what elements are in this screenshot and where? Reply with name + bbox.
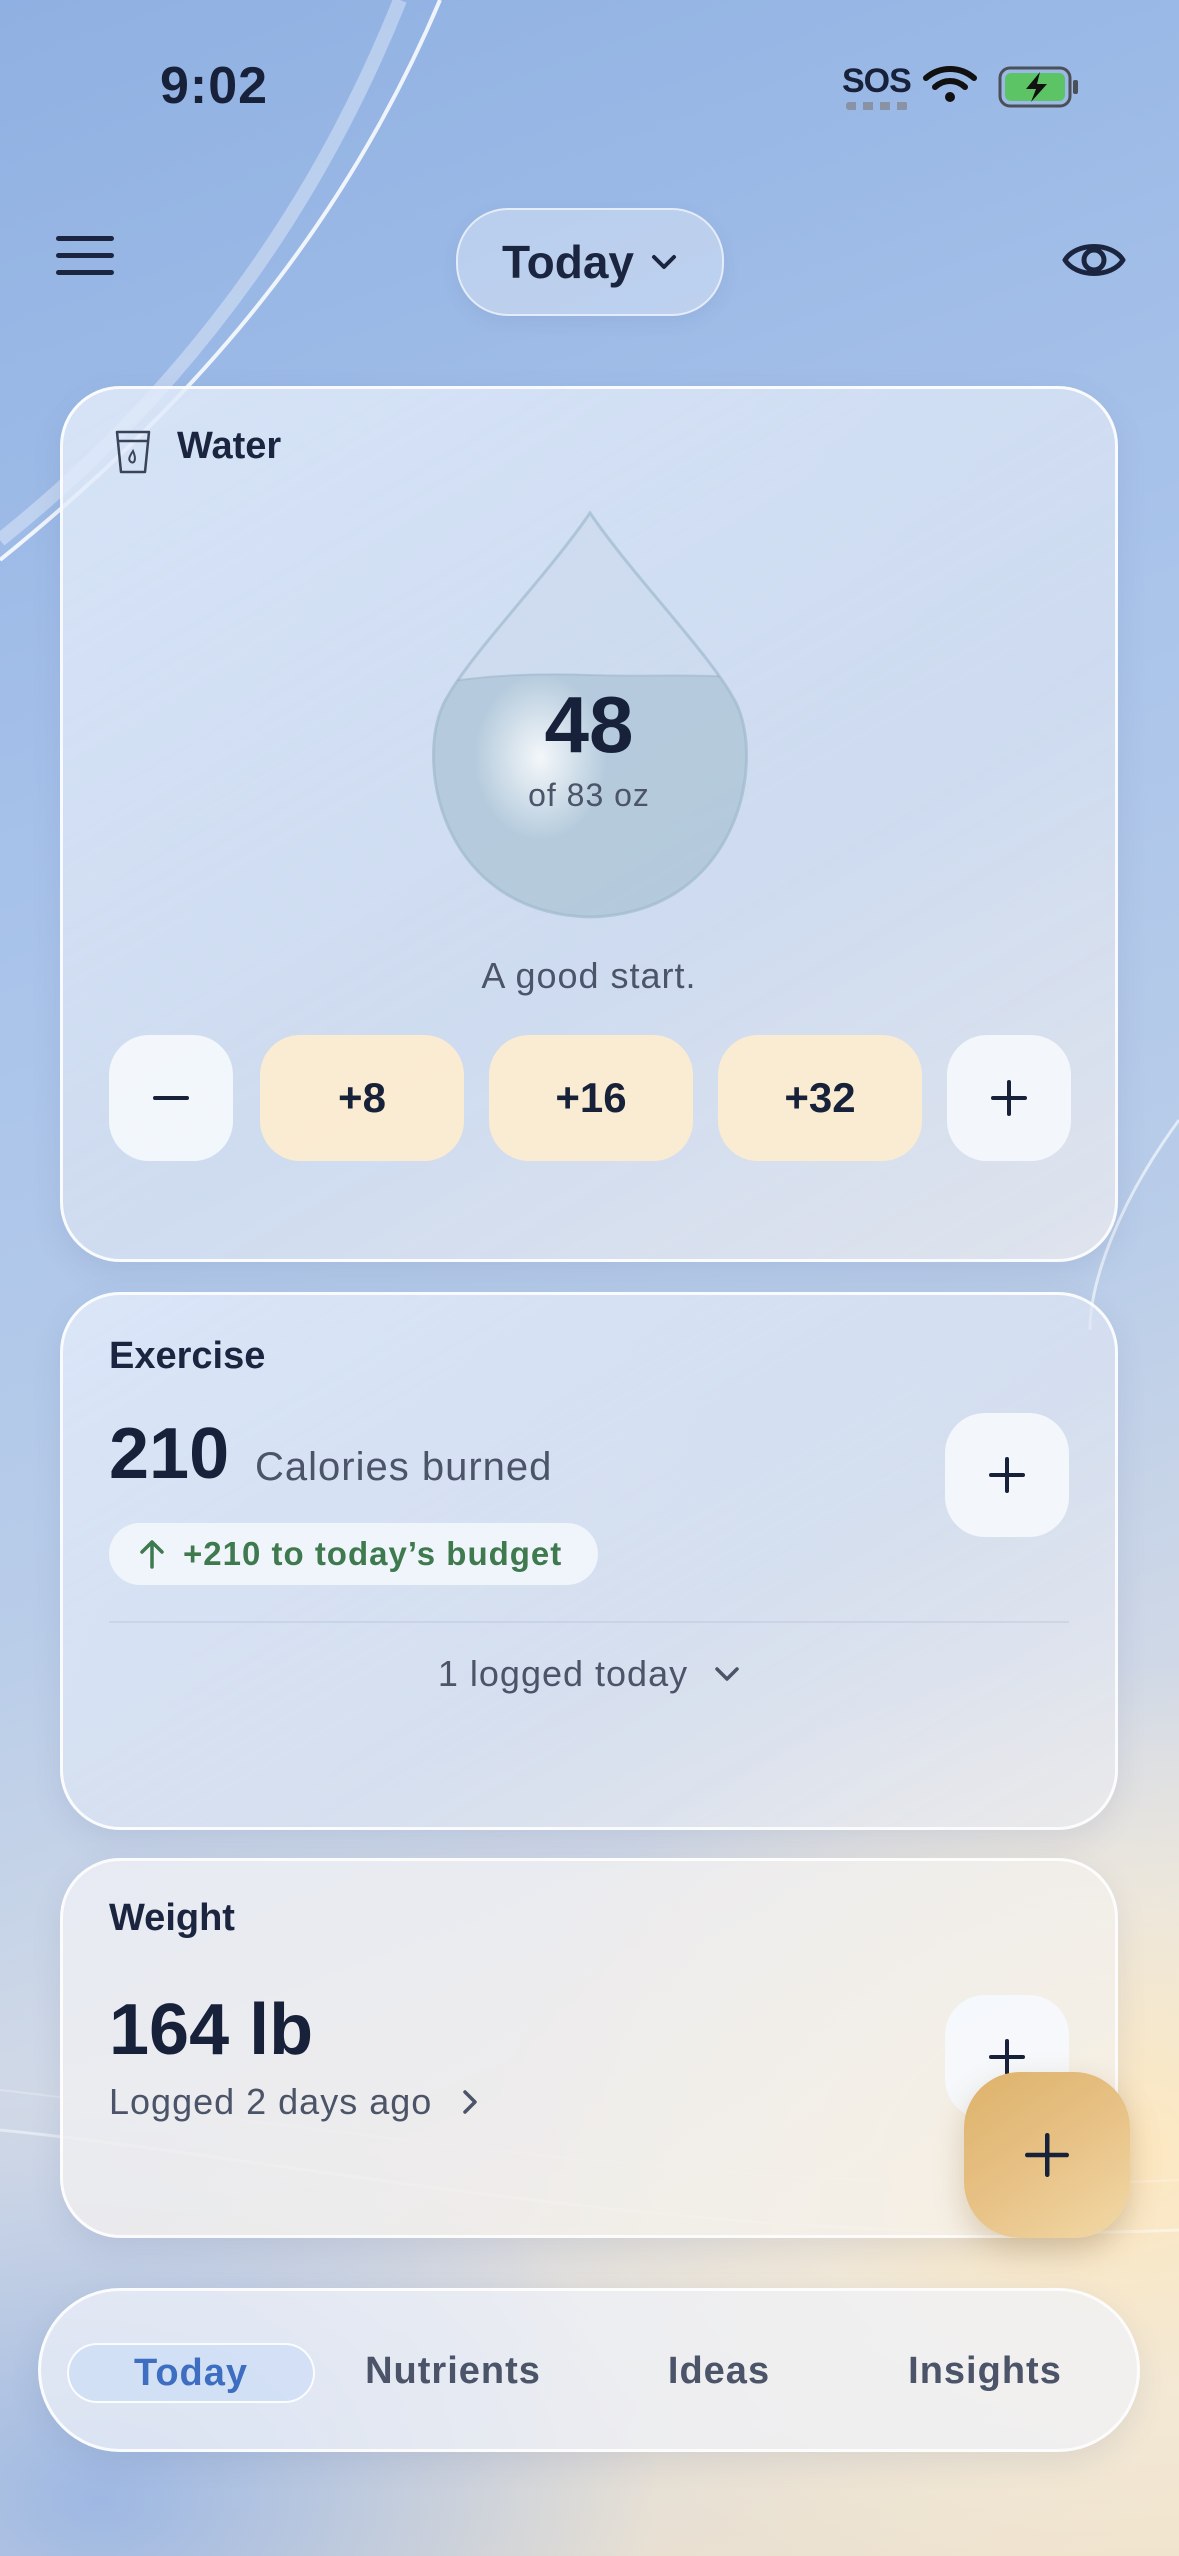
exercise-card: Exercise 210 Calories burned +210 to tod… xyxy=(60,1292,1118,1830)
tab-today[interactable]: Today xyxy=(67,2343,315,2403)
arrow-up-icon xyxy=(140,1540,164,1569)
plus-icon xyxy=(991,1080,1027,1116)
status-time: 9:02 xyxy=(160,57,269,115)
add-exercise-button[interactable] xyxy=(945,1413,1069,1537)
minus-icon xyxy=(153,1096,189,1100)
chevron-right-icon xyxy=(463,2090,478,2114)
water-title: Water xyxy=(177,425,282,467)
date-selector-label: Today xyxy=(501,236,635,288)
weight-value: 164 lb xyxy=(109,1990,314,2070)
wifi-icon xyxy=(923,66,977,102)
weight-card: Weight 164 lb Logged 2 days ago xyxy=(60,1858,1118,2238)
chevron-down-icon xyxy=(652,255,677,269)
date-selector[interactable]: Today xyxy=(456,208,724,316)
battery-charging-icon xyxy=(998,66,1078,108)
menu-icon-bar xyxy=(56,253,114,258)
tab-ideas[interactable]: Ideas xyxy=(597,2343,841,2399)
exercise-title: Exercise xyxy=(109,1335,266,1377)
cup-icon xyxy=(115,430,151,474)
water-add-16-button[interactable]: +16 xyxy=(489,1035,693,1161)
chevron-down-icon xyxy=(715,1667,739,1681)
plus-icon xyxy=(1025,2133,1069,2177)
water-card: Water 48 of 83 oz A good start. +8 +16 +… xyxy=(60,386,1118,1262)
budget-badge: +210 to today’s budget xyxy=(109,1523,599,1585)
menu-button[interactable] xyxy=(56,236,114,284)
water-increment-button[interactable] xyxy=(947,1035,1071,1161)
weight-title: Weight xyxy=(109,1897,235,1939)
water-amount: 48 xyxy=(544,680,634,769)
divider xyxy=(109,1621,1069,1623)
plus-icon xyxy=(989,1457,1025,1493)
weight-last-logged: Logged 2 days ago xyxy=(109,2081,433,2122)
budget-text: +210 to today’s budget xyxy=(183,1535,563,1572)
menu-icon-bar xyxy=(56,236,114,241)
exercise-logged-toggle[interactable]: 1 logged today xyxy=(63,1653,1115,1695)
water-add-8-button[interactable]: +8 xyxy=(260,1035,464,1161)
plus-icon xyxy=(989,2039,1025,2075)
tab-insights[interactable]: Insights xyxy=(863,2343,1107,2399)
exercise-calories-label: Calories burned xyxy=(255,1445,553,1489)
signal-dots xyxy=(846,102,908,110)
eye-icon[interactable] xyxy=(1062,236,1126,284)
quick-add-fab[interactable] xyxy=(964,2072,1130,2238)
water-goal-text: of 83 oz xyxy=(528,777,650,813)
water-message: A good start. xyxy=(481,955,697,996)
sos-indicator: SOS xyxy=(842,62,912,100)
exercise-calories: 210 xyxy=(109,1414,230,1494)
water-add-32-button[interactable]: +32 xyxy=(718,1035,922,1161)
tab-nutrients[interactable]: Nutrients xyxy=(331,2343,575,2399)
weight-last-logged-link[interactable]: Logged 2 days ago xyxy=(109,2081,478,2123)
menu-icon-bar xyxy=(56,270,114,275)
exercise-logged-text: 1 logged today xyxy=(437,1653,689,1694)
water-decrement-button[interactable] xyxy=(109,1035,233,1161)
tab-bar: Today Nutrients Ideas Insights xyxy=(38,2288,1140,2452)
